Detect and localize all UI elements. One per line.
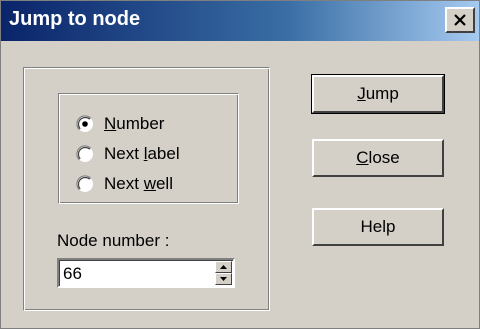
radio-selected-icon (76, 115, 93, 132)
help-button[interactable]: Help (312, 208, 444, 246)
triangle-down-icon (220, 277, 227, 281)
radio-next-label-label: Next label (104, 144, 180, 163)
node-number-input[interactable]: 66 (63, 264, 82, 284)
dialog-title: Jump to node (9, 8, 141, 30)
title-bar[interactable]: Jump to node (1, 1, 479, 41)
jump-button-label: ump (365, 84, 399, 103)
radio-number-label: Number (104, 114, 165, 133)
close-window-button[interactable] (445, 7, 475, 33)
radio-unselected-icon (76, 175, 93, 192)
close-button-accel: C (356, 148, 369, 167)
radio-next-well[interactable]: Next well (76, 171, 173, 197)
node-number-label: Node number : (57, 231, 170, 250)
jump-button[interactable]: Jump (311, 74, 445, 114)
close-icon (454, 14, 466, 26)
node-number-spinner[interactable]: 66 (57, 258, 235, 288)
radio-next-well-label: Next well (104, 174, 173, 193)
jump-to-node-dialog: Jump to node Number Next label Next well… (0, 0, 480, 329)
radio-next-label[interactable]: Next label (76, 141, 180, 167)
spinner-buttons (215, 261, 232, 285)
radio-unselected-icon (76, 145, 93, 162)
spin-down-button[interactable] (215, 273, 232, 285)
triangle-up-icon (220, 265, 227, 269)
radio-number[interactable]: Number (76, 111, 164, 137)
close-button-label: lose (368, 148, 400, 167)
help-button-label: Help (360, 217, 396, 236)
spin-up-button[interactable] (215, 261, 232, 273)
close-button[interactable]: Close (312, 139, 444, 177)
jump-button-accel: J (357, 84, 366, 103)
